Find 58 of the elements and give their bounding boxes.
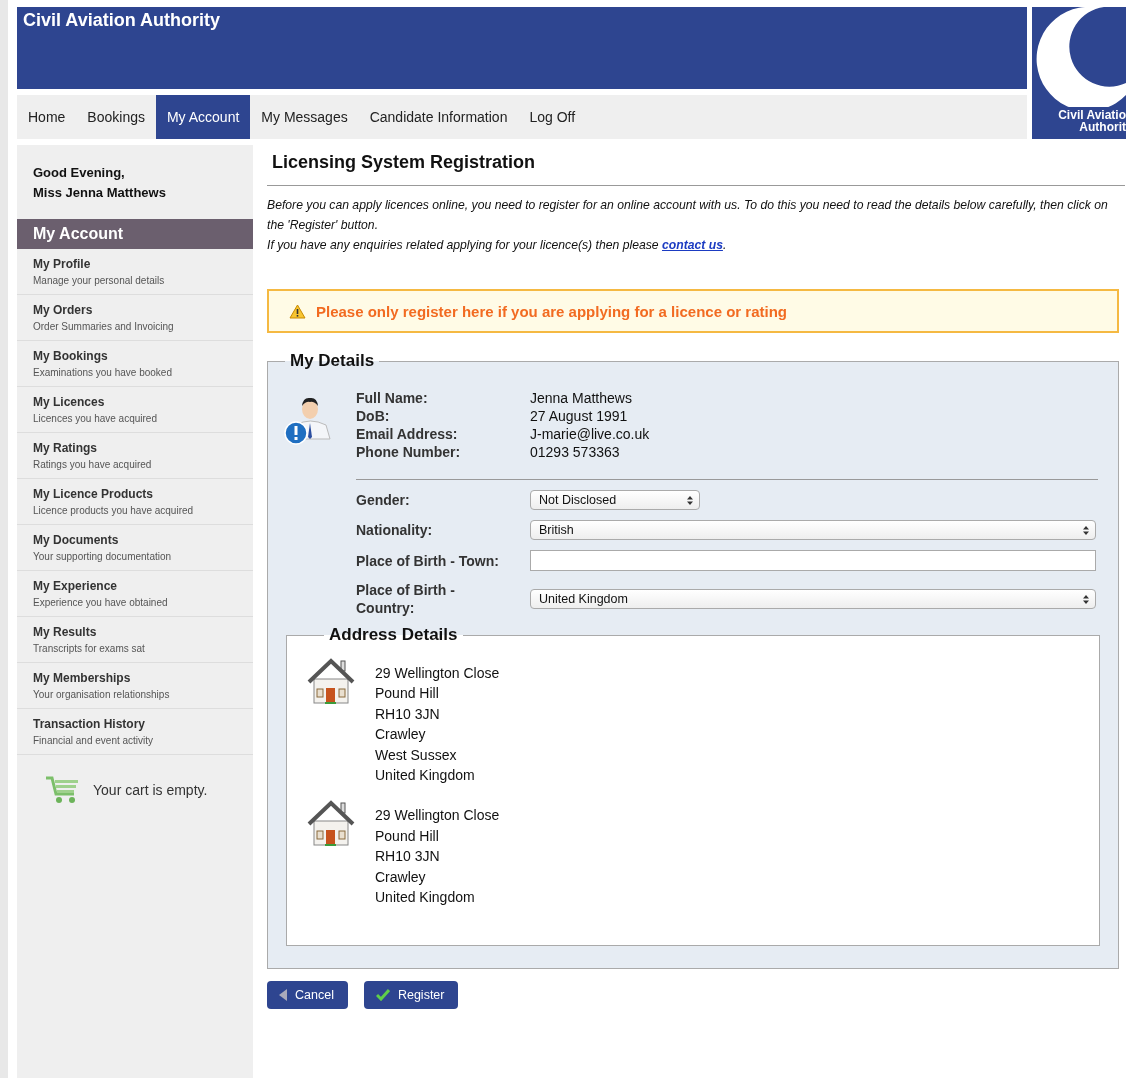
warning-text: Please only register here if you are applying for a licence or rating <box>316 302 787 320</box>
dropdown[interactable]: United Kingdom <box>530 589 1096 609</box>
sidebar-item[interactable]: My Experience Experience you have obtained <box>17 571 253 617</box>
dropdown[interactable]: British <box>530 520 1096 540</box>
sidebar-item[interactable]: My Orders Order Summaries and Invoicing <box>17 295 253 341</box>
field-label: Place of Birth - Country: <box>356 581 456 617</box>
contact-link[interactable]: contact us <box>662 238 723 252</box>
field-label: Email Address: <box>356 425 459 443</box>
dropdown-arrows-icon <box>687 495 693 505</box>
house-icon <box>307 657 355 707</box>
section-legend: Address Details <box>324 625 463 645</box>
sidebar-heading: My Account <box>17 219 253 249</box>
field-value: 27 August 1991 <box>530 407 629 425</box>
sidebar-item[interactable]: My Licences Licences you have acquired <box>17 387 253 433</box>
site-title: Civil Aviation Authority <box>23 10 220 31</box>
logo-text: Authorit <box>1079 121 1126 133</box>
enquiry-text: If you have any enquiries related applying for your licence(s) then please contact us. <box>267 237 728 254</box>
sidebar-item[interactable]: My Memberships Your organisation relationships <box>17 663 253 709</box>
back-arrow-icon <box>279 989 287 1002</box>
register-button[interactable]: Register <box>363 981 459 1010</box>
nav-tab[interactable]: Candidate Information <box>358 95 519 139</box>
nav-tab[interactable]: Bookings <box>76 95 156 139</box>
sidebar-item[interactable]: My Bookings Examinations you have booked <box>17 341 253 387</box>
sidebar-item[interactable]: My Results Transcripts for exams sat <box>17 617 253 663</box>
field-label: Place of Birth - Town: <box>356 551 500 570</box>
page-title: Licensing System Registration <box>267 145 1125 186</box>
greeting: Good Evening, Miss Jenna Matthews <box>32 164 167 202</box>
cart-icon <box>45 775 81 805</box>
intro-text: Before you can apply licences online, you need to register for an online account with us. To do this you need to read the details below carefully, then click on the 'Register' button. <box>267 197 1109 234</box>
field-label: DoB: <box>356 407 391 425</box>
dropdown[interactable]: Not Disclosed <box>530 490 700 510</box>
sidebar-item[interactable]: My Profile Manage your personal details <box>17 249 253 295</box>
dropdown-arrows-icon <box>1083 594 1089 604</box>
logo-text: Civil Aviatio <box>1058 109 1126 121</box>
field-value: Jenna Matthews <box>530 389 633 407</box>
sidebar-item[interactable]: My Documents Your supporting documentation <box>17 525 253 571</box>
nav-tab[interactable]: Log Off <box>518 95 587 139</box>
address-text: 29 Wellington Close Pound Hill RH10 3JN Crawley United Kingdom <box>375 806 500 908</box>
sidebar-item[interactable]: My Licence Products Licence products you have acquired <box>17 479 253 525</box>
nav-tab[interactable]: My Account <box>155 95 251 139</box>
nav-tab[interactable]: Home <box>17 95 77 139</box>
section-legend: My Details <box>285 351 380 371</box>
address-text: 29 Wellington Close Pound Hill RH10 3JN Crawley West Sussex United Kingdom <box>375 664 500 786</box>
field-label: Full Name: <box>356 389 429 407</box>
cart-status: Your cart is empty. <box>93 782 208 798</box>
field-label: Nationality: <box>356 521 434 539</box>
sidebar-item[interactable]: My Ratings Ratings you have acquired <box>17 433 253 479</box>
field-label: Phone Number: <box>356 443 462 461</box>
dropdown-arrows-icon <box>1083 525 1089 535</box>
input-field[interactable] <box>530 550 1096 571</box>
field-value: J-marie@live.co.uk <box>530 425 650 443</box>
check-icon <box>375 989 390 1002</box>
cancel-button[interactable]: Cancel <box>267 981 348 1010</box>
field-value: 01293 573363 <box>530 443 621 461</box>
warning-icon <box>289 303 306 319</box>
nav-tab[interactable]: My Messages <box>250 95 359 139</box>
field-label: Gender: <box>356 491 411 509</box>
sidebar-item[interactable]: Transaction History Financial and event activity <box>17 709 253 755</box>
